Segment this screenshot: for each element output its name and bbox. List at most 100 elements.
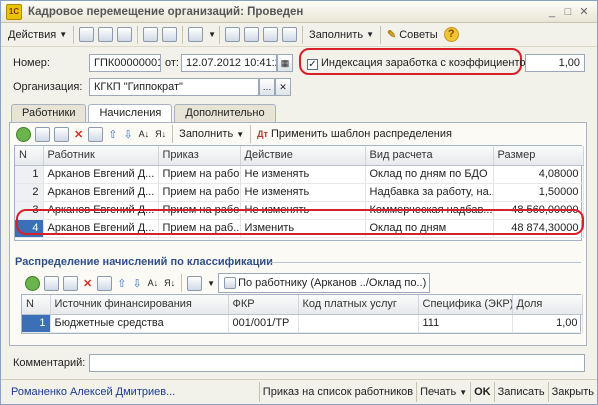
save-button[interactable]: Записать: [493, 382, 548, 402]
worker-cell[interactable]: Арканов Евгений Д...: [43, 183, 159, 202]
coefficient-field[interactable]: 1,00: [525, 54, 585, 72]
edit-row-icon[interactable]: [63, 275, 78, 291]
copy-row-icon[interactable]: [44, 275, 59, 291]
structure-icon[interactable]: [225, 27, 241, 42]
order-cell[interactable]: Прием на рабо...: [158, 183, 241, 202]
column-header[interactable]: Приказ: [158, 146, 241, 166]
column-header[interactable]: Специфика (ЭКР): [418, 295, 513, 315]
date-field[interactable]: 12.07.2012 10:41:20: [181, 54, 277, 72]
column-header[interactable]: Размер: [493, 146, 584, 166]
move-up-icon[interactable]: ⇧: [108, 128, 117, 141]
tab-additional[interactable]: Дополнительно: [174, 104, 276, 122]
column-header[interactable]: ФКР: [228, 295, 299, 315]
tab-workers[interactable]: Работники: [11, 104, 87, 122]
tab-accruals[interactable]: Начисления: [88, 104, 173, 123]
chevron-down-icon: ▼: [459, 387, 468, 397]
from-label: от:: [165, 57, 179, 69]
unpost-icon[interactable]: [162, 27, 178, 42]
column-header[interactable]: N: [22, 295, 51, 315]
size-cell[interactable]: 4,08000: [493, 165, 584, 184]
maximize-button[interactable]: □: [561, 6, 575, 19]
accruals-fill-menu[interactable]: Заполнить ▼: [176, 124, 247, 144]
comment-label: Комментарий:: [13, 357, 86, 369]
order-list-button[interactable]: Приказ на список работников: [258, 382, 416, 402]
apply-template-button[interactable]: Дт Применить шаблон распределения: [254, 124, 455, 144]
calc-type-cell[interactable]: Оклад по дням по БДО: [365, 165, 494, 184]
author-link[interactable]: Романенко Алексей Дмитриев...: [11, 386, 251, 398]
column-header[interactable]: Действие: [240, 146, 366, 166]
organization-clear-button[interactable]: ✕: [275, 78, 291, 96]
list-icon[interactable]: [244, 27, 260, 42]
move-up-icon[interactable]: ⇧: [117, 277, 126, 290]
edit-row-icon[interactable]: [54, 126, 69, 142]
sort-desc-icon[interactable]: Я↓: [155, 129, 166, 139]
calc-type-cell[interactable]: Надбавка за работу, на...: [365, 183, 494, 202]
copy-row-icon[interactable]: [35, 126, 50, 142]
fill-menu[interactable]: Заполнить ▼: [306, 25, 377, 45]
distribution-table[interactable]: N Источник финансирования ФКР Код платны…: [21, 294, 583, 334]
print-menu[interactable]: Печать ▼: [416, 382, 470, 402]
move-down-icon[interactable]: ⇩: [132, 277, 141, 290]
checkbox-checked-icon: ✓: [307, 59, 318, 70]
add-icon[interactable]: [79, 27, 95, 42]
sort-desc-icon[interactable]: Я↓: [164, 278, 175, 288]
toolbar-divider: [181, 274, 183, 292]
table-row[interactable]: 1 Арканов Евгений Д... Прием на рабо... …: [15, 165, 584, 184]
post-icon[interactable]: [143, 27, 159, 42]
dt-kt-icon[interactable]: [263, 27, 279, 42]
minimize-button[interactable]: _: [545, 6, 559, 19]
end-edit-icon[interactable]: [88, 126, 104, 142]
accruals-fill-label: Заполнить: [179, 128, 234, 140]
share-cell[interactable]: 1,00: [512, 314, 583, 333]
action-cell[interactable]: Не изменять: [240, 183, 366, 202]
column-header[interactable]: Код платных услуг: [298, 295, 419, 315]
table-row[interactable]: 1 Бюджетные средства 001/001/ТР 111 1,00: [22, 314, 583, 333]
by-worker-button[interactable]: По работнику (Арканов ../Оклад по..): [218, 273, 431, 293]
column-header[interactable]: Источник финансирования: [50, 295, 229, 315]
organization-field[interactable]: КГКП "Гиппократ": [89, 78, 259, 96]
end-edit-icon[interactable]: [97, 275, 113, 291]
move-down-icon[interactable]: ⇩: [123, 128, 132, 141]
tips-button[interactable]: ✎ Советы: [384, 25, 441, 45]
chevron-down-icon: ▼: [366, 30, 374, 39]
size-cell[interactable]: 1,50000: [493, 183, 584, 202]
tips-icon: ✎: [386, 29, 397, 41]
close-button[interactable]: Закрыть: [547, 382, 597, 402]
worker-cell[interactable]: Арканов Евгений Д...: [43, 165, 159, 184]
date-picker-button[interactable]: ▦: [277, 54, 293, 72]
copy-icon[interactable]: [98, 27, 114, 42]
close-window-button[interactable]: ✕: [577, 6, 591, 19]
order-cell[interactable]: Прием на рабо...: [158, 165, 241, 184]
sort-asc-icon[interactable]: А↓: [139, 129, 150, 139]
column-header[interactable]: Доля: [512, 295, 583, 315]
distribution-section-title: Распределение начислений по классификаци…: [15, 256, 273, 268]
add-row-icon[interactable]: [16, 126, 31, 142]
comment-field[interactable]: [89, 354, 585, 372]
number-field[interactable]: ГПК00000001: [89, 54, 161, 72]
fill-icon[interactable]: [187, 275, 203, 291]
funding-source-cell[interactable]: Бюджетные средства: [50, 314, 229, 333]
table-row[interactable]: 2 Арканов Евгений Д... Прием на рабо... …: [15, 183, 584, 202]
column-header[interactable]: Работник: [43, 146, 159, 166]
indexation-checkbox[interactable]: ✓ Индексация заработка с коэффициентом:: [307, 57, 536, 70]
chevron-down-icon[interactable]: ▼: [207, 279, 215, 288]
ekr-cell[interactable]: 111: [418, 314, 513, 333]
go-to-icon[interactable]: [188, 27, 204, 42]
delete-row-icon[interactable]: ✕: [83, 277, 92, 290]
sort-asc-icon[interactable]: А↓: [148, 278, 159, 288]
delete-row-icon[interactable]: ✕: [74, 128, 83, 141]
tips-label: Советы: [399, 28, 438, 41]
column-header[interactable]: Вид расчета: [365, 146, 494, 166]
chevron-down-icon[interactable]: ▼: [208, 30, 216, 39]
fkr-cell[interactable]: 001/001/ТР: [228, 314, 299, 333]
action-cell[interactable]: Не изменять: [240, 165, 366, 184]
organization-select-button[interactable]: …: [259, 78, 275, 96]
column-header[interactable]: N: [15, 146, 44, 166]
refresh-icon[interactable]: [117, 27, 133, 42]
ok-button[interactable]: OK: [470, 382, 494, 402]
add-row-icon[interactable]: [25, 275, 40, 291]
paid-services-code-cell[interactable]: [298, 314, 419, 333]
help-button[interactable]: ?: [441, 25, 462, 45]
actions-menu[interactable]: Действия ▼: [5, 25, 70, 45]
report-icon[interactable]: [282, 27, 298, 42]
